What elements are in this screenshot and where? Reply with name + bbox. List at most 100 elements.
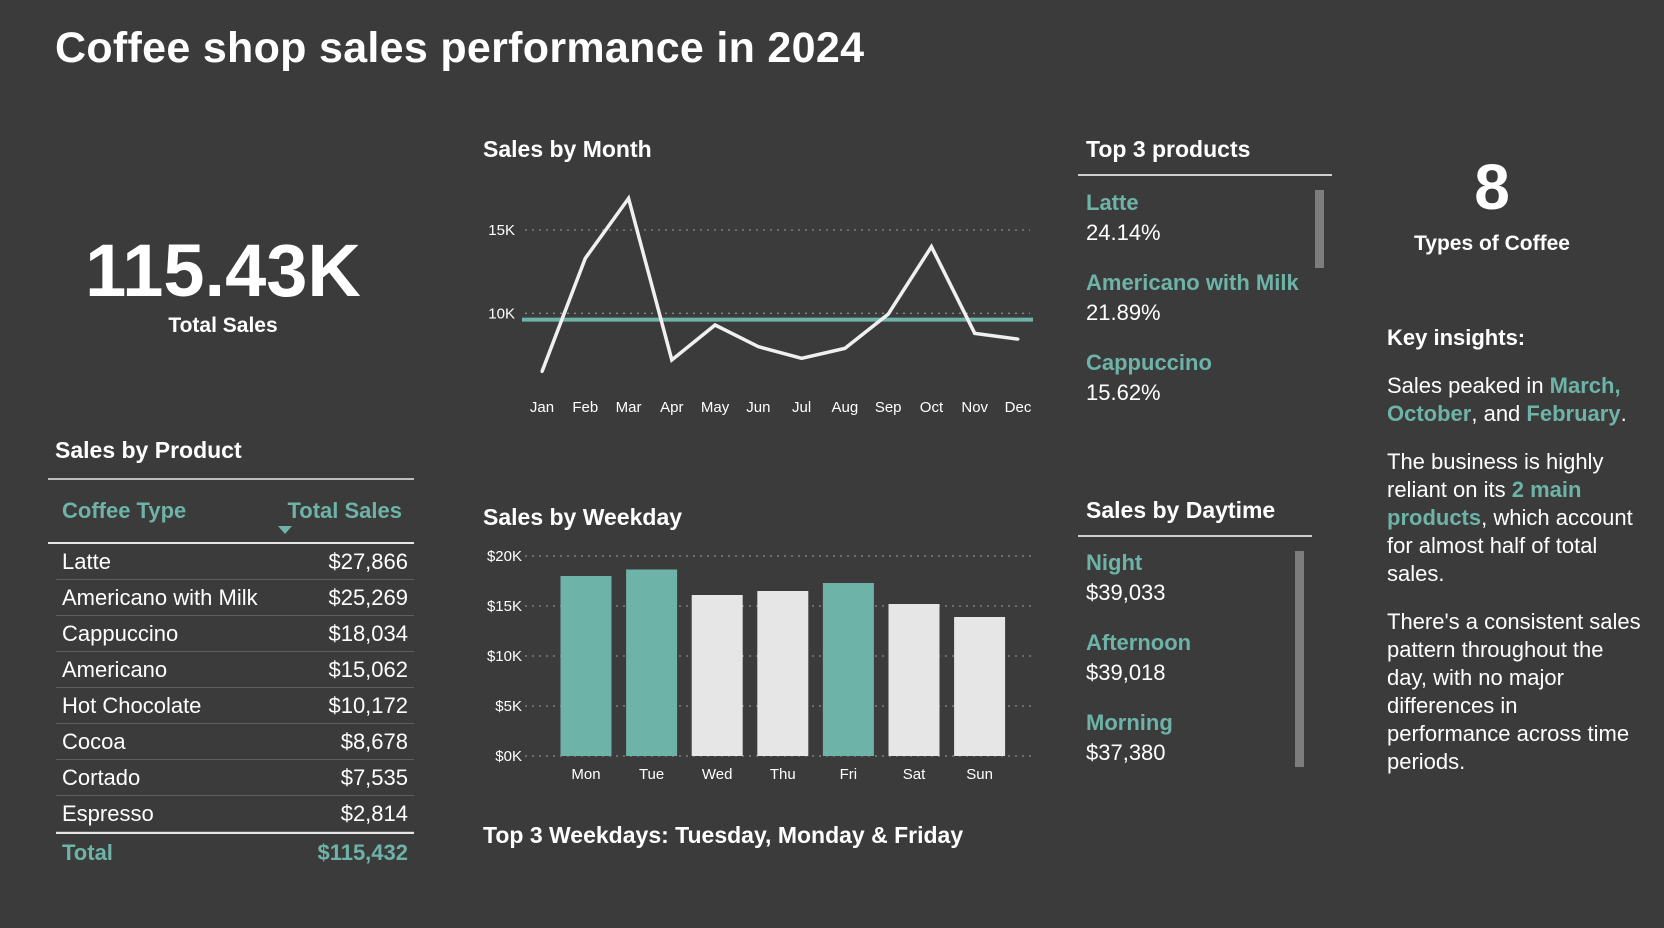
data-point [670,358,674,362]
table-row[interactable]: Espresso $2,814 [56,796,414,832]
top-product-item[interactable]: Cappuccino 15.62% [1086,350,1299,406]
x-tick-label: Jul [792,399,811,416]
top-product-item[interactable]: Americano with Milk 21.89% [1086,270,1299,326]
cell-coffee-type: Hot Chocolate [62,693,202,718]
key-insights: Key insights: Sales peaked in March, Oct… [1387,324,1642,796]
daytime-item-name: Morning [1086,710,1173,735]
y-tick-label: $5K [495,698,522,715]
table-row[interactable]: Cappuccino $18,034 [56,616,414,652]
daytime-item-name: Night [1086,550,1143,575]
data-point [627,196,631,200]
top-product-item-name: Latte [1086,190,1139,215]
total-sales-value: 115.43K [85,229,361,312]
x-tick-label: Mar [616,399,642,416]
daytime-list: Night $39,033 Afternoon $39,018 Morning $37,3… [1086,550,1191,790]
page-title: Coffee shop sales performance in 2024 [55,24,865,72]
product-table-title: Sales by Product [55,437,242,463]
top-product-item-value: 24.14% [1086,220,1161,245]
x-tick-label: Thu [770,766,796,783]
y-tick-label: $10K [487,648,522,665]
cell-total-sales: $7,535 [340,765,408,790]
y-tick-label: $20K [487,548,522,565]
col-header-total-sales[interactable]: Total Sales [287,498,402,524]
bar [822,583,874,756]
x-tick-label: Sun [966,766,993,783]
table-header: Coffee Type Total Sales [48,478,414,544]
cell-coffee-type: Americano with Milk [62,585,258,610]
insight-1: Sales peaked in March, October, and Febr… [1387,373,1627,426]
daytime-title: Sales by Daytime [1086,497,1276,523]
y-tick-label: 15K [488,222,515,239]
y-tick-label: $0K [495,748,522,765]
x-tick-label: Sat [903,766,926,783]
bar [626,569,678,756]
data-point [756,345,760,349]
coffee-types-label: Types of Coffee [1414,232,1570,255]
cell-coffee-type: Americano [62,657,168,682]
data-point [583,256,587,260]
table-total-row: Total $115,432 [56,832,414,870]
top-products-divider [1078,174,1332,176]
x-tick-label: Mon [571,766,600,783]
bar [691,595,743,756]
col-header-coffee-type[interactable]: Coffee Type [62,498,186,524]
total-label: Total [62,840,113,865]
cell-coffee-type: Latte [62,549,111,574]
cell-total-sales: $10,172 [328,693,408,718]
top-product-item-value: 21.89% [1086,300,1161,325]
x-tick-label: Jun [746,399,770,416]
daytime-scrollbar[interactable] [1295,551,1304,767]
daytime-item[interactable]: Afternoon $39,018 [1086,630,1191,686]
data-point [929,245,933,249]
y-tick-label: $15K [487,598,522,615]
cell-total-sales: $25,269 [328,585,408,610]
insights-title: Key insights: [1387,325,1526,350]
top-product-item[interactable]: Latte 24.14% [1086,190,1299,246]
table-row[interactable]: Latte $27,866 [56,544,414,580]
cell-total-sales: $15,062 [328,657,408,682]
top-product-item-value: 15.62% [1086,380,1161,405]
total-sales-label: Total Sales [168,314,278,337]
x-tick-label: Tue [639,766,664,783]
top-product-item-name: Cappuccino [1086,350,1212,375]
x-tick-label: Sep [875,399,902,416]
insight-2: The business is highly reliant on its 2 … [1387,449,1633,586]
data-point [1016,337,1020,341]
cell-coffee-type: Cortado [62,765,141,790]
x-tick-label: Fri [840,766,858,783]
bar [757,591,809,756]
cell-coffee-type: Espresso [62,801,154,826]
daytime-item-value: $37,380 [1086,740,1166,765]
cell-total-sales: $27,866 [328,549,408,574]
x-tick-label: Wed [702,766,733,783]
data-point [973,331,977,335]
table-row[interactable]: Cortado $7,535 [56,760,414,796]
month-chart-title: Sales by Month [483,136,652,162]
x-tick-label: Oct [920,399,944,416]
top-weekdays-caption: Top 3 Weekdays: Tuesday, Monday & Friday [483,822,964,848]
table-row[interactable]: Americano $15,062 [56,652,414,688]
table-row[interactable]: Cocoa $8,678 [56,724,414,760]
top-products-list: Latte 24.14% Americano with Milk 21.89% Capp… [1086,190,1299,430]
cell-total-sales: $8,678 [340,729,408,754]
table-row[interactable]: Hot Chocolate $10,172 [56,688,414,724]
x-tick-label: Dec [1005,399,1032,416]
sort-descending-icon[interactable] [278,526,292,534]
weekday-chart-title: Sales by Weekday [483,504,683,530]
daytime-divider [1078,535,1312,537]
x-tick-label: Jan [530,399,554,416]
daytime-item-value: $39,018 [1086,660,1166,685]
cell-coffee-type: Cocoa [62,729,126,754]
cell-total-sales: $2,814 [340,801,408,826]
table-row[interactable]: Americano with Milk $25,269 [56,580,414,616]
top-products-scrollbar[interactable] [1315,190,1324,268]
table-body: Latte $27,866 Americano with Milk $25,269 Ca… [48,544,414,832]
sales-line [540,194,1019,373]
bar [954,617,1006,756]
daytime-item[interactable]: Night $39,033 [1086,550,1191,606]
x-tick-label: Nov [961,399,988,416]
daytime-item-value: $39,033 [1086,580,1166,605]
sales-by-weekday-chart: $0K $5K $10K $15K $20K Mon Tue Wed Thu Fri Sat Sun [487,548,1034,783]
x-tick-label: Aug [832,399,859,416]
daytime-item[interactable]: Morning $37,380 [1086,710,1191,766]
